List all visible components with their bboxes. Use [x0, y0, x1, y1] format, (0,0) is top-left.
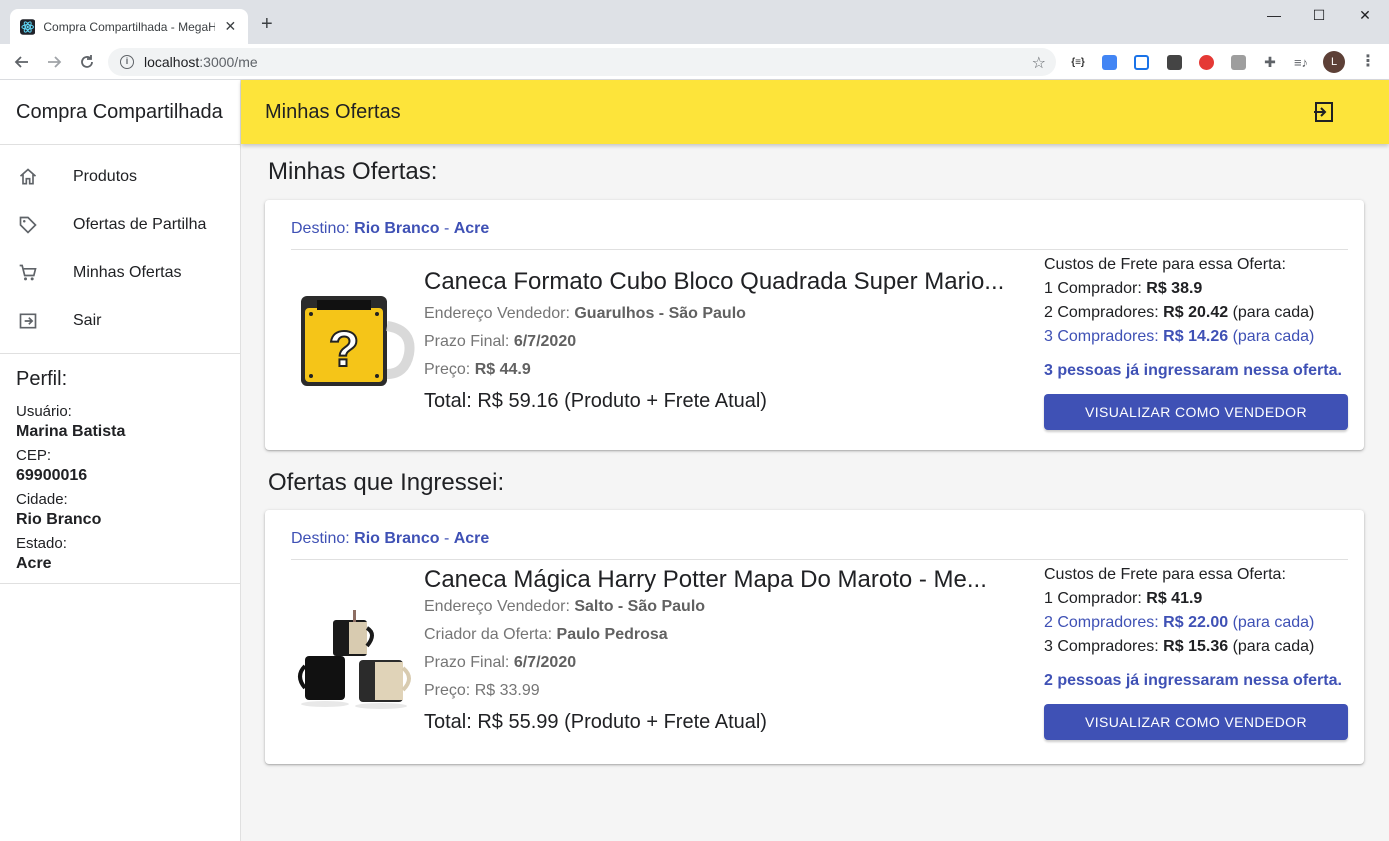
bookmark-star-icon[interactable]: ☆ [1032, 53, 1046, 73]
participants-count: 3 pessoas já ingressaram nessa oferta. [1044, 362, 1342, 379]
seller-address: Endereço Vendedor: Guarulhos - São Paulo [424, 305, 746, 322]
main-content: Minhas Ofertas: Destino: Rio Branco - Ac… [241, 144, 1389, 841]
back-icon[interactable] [10, 50, 34, 74]
deadline: Prazo Final: 6/7/2020 [424, 333, 577, 350]
reload-icon[interactable] [75, 50, 99, 74]
brand-title: Compra Compartilhada [0, 80, 240, 145]
cart-icon [16, 261, 40, 285]
translate-icon[interactable] [1099, 52, 1119, 72]
view-as-seller-button[interactable]: VISUALIZAR COMO VENDEDOR [1044, 394, 1348, 430]
freight-1-buyer: 1 Comprador: R$ 41.9 [1044, 590, 1203, 607]
page-title: Minhas Ofertas [265, 100, 401, 123]
total-price: Total: R$ 55.99 (Produto + Frete Atual) [424, 711, 767, 733]
cep-value: 69900016 [16, 467, 88, 484]
forward-icon[interactable] [42, 50, 66, 74]
offer-destination: Destino: Rio Branco - Acre [291, 530, 490, 547]
sidebar-item-produtos[interactable]: Produtos [0, 153, 240, 201]
new-tab-icon[interactable]: + [261, 14, 273, 34]
card-divider [291, 249, 1348, 250]
exit-icon[interactable] [1312, 100, 1336, 124]
seller-address: Endereço Vendedor: Salto - São Paulo [424, 598, 706, 615]
user-label: Usuário: [16, 403, 72, 420]
product-info: Caneca Mágica Harry Potter Mapa Do Marot… [424, 566, 1024, 734]
media-icon[interactable]: ≡♪ [1291, 52, 1311, 72]
deadline: Prazo Final: 6/7/2020 [424, 654, 577, 671]
freight-2-buyers: 2 Compradores: R$ 20.42 (para cada) [1044, 304, 1315, 321]
offer-card: Destino: Rio Branco - Acre ? Caneca Form… [265, 200, 1364, 450]
svg-text:?: ? [329, 321, 360, 377]
freight-3-buyers: 3 Compradores: R$ 15.36 (para cada) [1044, 638, 1315, 655]
city-value: Rio Branco [16, 511, 102, 528]
section-title-joined-offers: Ofertas que Ingressei: [268, 469, 505, 496]
profile-title: Perfil: [16, 368, 68, 390]
sidebar-item-label: Sair [73, 312, 102, 329]
site-info-icon[interactable]: i [120, 55, 134, 69]
maximize-icon[interactable]: ☐ [1296, 8, 1342, 28]
price: Preço: R$ 44.9 [424, 361, 531, 378]
state-value: Acre [16, 555, 52, 572]
sidebar-item-sair[interactable]: Sair [0, 297, 240, 345]
browser-tabstrip: Compra Compartilhada - MegaH ✕ + — ☐ ✕ [0, 0, 1389, 44]
window-close-icon[interactable]: ✕ [1342, 8, 1388, 28]
product-image-mario-mug: ? [301, 296, 415, 386]
product-info: Caneca Formato Cubo Bloco Quadrada Super… [424, 268, 1024, 413]
sidebar-item-label: Minhas Ofertas [73, 264, 182, 281]
freight-title: Custos de Frete para essa Oferta: [1044, 566, 1286, 583]
cast-icon[interactable] [1228, 52, 1248, 72]
product-name[interactable]: Caneca Mágica Harry Potter Mapa Do Marot… [424, 566, 1009, 594]
sidebar-item-label: Ofertas de Partilha [73, 216, 207, 233]
cep-label: CEP: [16, 447, 52, 464]
sidebar-nav: Produtos Ofertas de Partilha Minhas Ofer… [0, 145, 240, 354]
react-favicon-icon [20, 18, 36, 35]
view-as-seller-button[interactable]: VISUALIZAR COMO VENDEDOR [1044, 704, 1348, 740]
freight-costs: Custos de Frete para essa Oferta: 1 Comp… [1044, 566, 1350, 740]
adblock-icon[interactable] [1196, 52, 1216, 72]
offer-card: Destino: Rio Branco - Acre Caneca Mágica… [265, 510, 1364, 764]
city-label: Cidade: [16, 491, 68, 508]
profile-avatar[interactable]: L [1323, 51, 1345, 73]
freight-costs: Custos de Frete para essa Oferta: 1 Comp… [1044, 256, 1350, 430]
minimize-icon[interactable]: — [1251, 8, 1297, 28]
freight-1-buyer: 1 Comprador: R$ 38.9 [1044, 280, 1203, 297]
sidebar: Compra Compartilhada Produtos Ofertas de… [0, 80, 241, 841]
total-price: Total: R$ 59.16 (Produto + Frete Atual) [424, 390, 767, 412]
app-header: Minhas Ofertas [241, 80, 1389, 144]
participants-count: 2 pessoas já ingressaram nessa oferta. [1044, 672, 1342, 689]
address-bar[interactable]: i localhost:3000/me ☆ [108, 48, 1056, 76]
freight-3-buyers: 3 Compradores: R$ 14.26 (para cada) [1044, 328, 1315, 345]
screenshot-icon[interactable] [1131, 52, 1151, 72]
json-icon[interactable]: {≡} [1068, 52, 1088, 72]
offer-creator: Criador da Oferta: Paulo Pedrosa [424, 626, 668, 643]
offer-destination: Destino: Rio Branco - Acre [291, 220, 490, 237]
product-image-harry-potter-mug [298, 610, 411, 709]
puzzle-icon[interactable]: ✚ [1260, 52, 1280, 72]
tag-icon [16, 213, 40, 237]
freight-title: Custos de Frete para essa Oferta: [1044, 256, 1286, 273]
url-text: localhost:3000/me [144, 54, 258, 70]
home-icon [16, 165, 40, 189]
tab-close-icon[interactable]: ✕ [223, 18, 238, 35]
sidebar-item-label: Produtos [73, 168, 138, 185]
logout-icon [16, 309, 40, 333]
download-icon[interactable] [1164, 52, 1184, 72]
state-label: Estado: [16, 535, 67, 552]
tab-title: Compra Compartilhada - MegaH [43, 19, 215, 34]
freight-2-buyers: 2 Compradores: R$ 22.00 (para cada) [1044, 614, 1315, 631]
app-root: Compra Compartilhada Produtos Ofertas de… [0, 80, 1389, 841]
product-name[interactable]: Caneca Formato Cubo Bloco Quadrada Super… [424, 268, 1009, 296]
user-value: Marina Batista [16, 423, 126, 440]
card-divider [291, 559, 1348, 560]
price: Preço: R$ 33.99 [424, 682, 540, 699]
sidebar-item-ofertas-de-partilha[interactable]: Ofertas de Partilha [0, 201, 240, 249]
browser-tab[interactable]: Compra Compartilhada - MegaH ✕ [10, 9, 248, 44]
browser-menu-icon[interactable]: ⋮ [1360, 52, 1376, 72]
browser-toolbar: i localhost:3000/me ☆ {≡} ✚ ≡♪ L ⋮ [0, 44, 1389, 80]
profile-panel: Perfil: Usuário: Marina Batista CEP: 699… [0, 354, 240, 584]
sidebar-item-minhas-ofertas[interactable]: Minhas Ofertas [0, 249, 240, 297]
section-title-my-offers: Minhas Ofertas: [268, 158, 438, 185]
